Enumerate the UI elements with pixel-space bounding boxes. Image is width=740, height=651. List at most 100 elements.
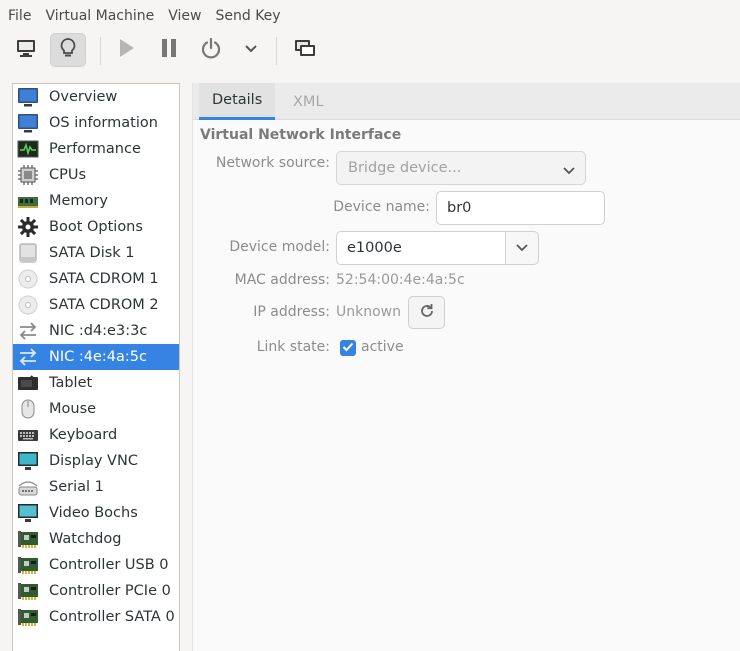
sidebar-item[interactable]: CPUs [13,162,179,188]
sidebar-item[interactable]: Boot Options [13,214,179,240]
menu-virtual-machine[interactable]: Virtual Machine [45,8,154,24]
device-name-value: br0 [447,200,472,216]
sidebar-item[interactable]: Watchdog [13,526,179,552]
device-model-value: e1000e [347,240,402,256]
sidebar-item-label: Video Bochs [49,505,138,521]
refresh-ip-button[interactable] [408,296,445,329]
screens-icon [293,37,317,63]
pci-card-icon [17,580,39,602]
cdrom-icon [17,294,39,316]
serial-icon [17,476,39,498]
chevron-down-icon [563,163,575,179]
screenshot-button[interactable] [287,33,323,67]
sidebar-item[interactable]: NIC :d4:e3:3c [13,318,179,344]
sidebar-item[interactable]: Overview [13,84,179,110]
pci-card-icon [17,554,39,576]
sidebar-item-label: Controller PCIe 0 [49,583,171,599]
sidebar-item[interactable]: SATA CDROM 2 [13,292,179,318]
menu-file[interactable]: File [8,8,31,24]
network-source-label: Network source: [215,155,330,171]
sidebar-item-label: Controller USB 0 [49,557,169,573]
sidebar-item[interactable]: Memory [13,188,179,214]
hardware-list: Overview OS information Performance CPUs Mem… [12,83,180,651]
sidebar-item[interactable]: Controller SATA 0 [13,604,179,630]
toolbar-separator [100,37,101,65]
menubar: File Virtual Machine View Send Key [0,0,740,31]
device-model-entry[interactable]: e1000e [336,231,506,265]
tablet-icon [17,372,39,394]
sidebar-item[interactable]: Display VNC [13,448,179,474]
cpu-chip-icon [17,164,39,186]
monitor-icon [15,38,37,62]
menu-view[interactable]: View [168,8,201,24]
sidebar-item[interactable]: Keyboard [13,422,179,448]
sidebar-item-label: Serial 1 [49,479,104,495]
sidebar-item-label: Keyboard [49,427,118,443]
details-pane: Details XML Virtual Network Interface Ne… [192,83,740,651]
monitor-blue-icon [17,112,39,134]
sidebar-item-label: SATA CDROM 2 [49,297,159,313]
sidebar-item[interactable]: Mouse [13,396,179,422]
lightbulb-icon [58,37,78,63]
link-state-label: Link state: [256,339,330,355]
sidebar-item[interactable]: NIC :4e:4a:5c [13,344,179,370]
network-source-select[interactable]: Bridge device... [336,151,586,185]
sidebar-item[interactable]: SATA CDROM 1 [13,266,179,292]
device-model-label: Device model: [229,239,330,255]
cdrom-icon [17,268,39,290]
details-button[interactable] [50,33,86,67]
video-display-icon [17,502,39,524]
sidebar-item-label: CPUs [49,167,87,183]
device-name-label: Device name: [333,199,430,215]
sidebar-item[interactable]: Controller USB 0 [13,552,179,578]
monitor-blue-icon [17,86,39,108]
mac-address-label: MAC address: [234,272,330,288]
power-icon [200,37,222,63]
sidebar-item-label: Tablet [49,375,93,391]
disk-drive-icon [17,242,39,264]
network-arrows-icon [17,346,39,368]
chevron-down-icon [516,240,528,256]
sidebar-item-label: Boot Options [49,219,143,235]
sidebar-item[interactable]: OS information [13,110,179,136]
sidebar-item[interactable]: SATA Disk 1 [13,240,179,266]
network-source-value: Bridge device... [348,160,462,176]
sidebar-item-label: Display VNC [49,453,138,469]
pci-card-icon [17,606,39,628]
console-button[interactable] [8,33,44,67]
pci-card-icon [17,528,39,550]
sidebar-item[interactable]: Performance [13,136,179,162]
ip-address-label: IP address: [253,304,330,320]
toolbar [0,31,740,71]
tab-details[interactable]: Details [199,83,276,120]
sidebar-item[interactable]: Video Bochs [13,500,179,526]
link-state-checkbox[interactable] [340,340,356,356]
sidebar-item-label: Performance [49,141,141,157]
memory-module-icon [17,190,39,212]
network-arrows-icon [17,320,39,342]
refresh-icon [418,302,436,324]
section-title: Virtual Network Interface [200,127,402,143]
device-model-dropdown-button[interactable] [505,231,539,265]
power-button[interactable] [193,33,229,67]
toolbar-separator [276,37,277,65]
menu-send-key[interactable]: Send Key [215,8,280,24]
sidebar-item-label: NIC :4e:4a:5c [49,349,147,365]
sidebar-item[interactable]: Serial 1 [13,474,179,500]
tab-xml[interactable]: XML [293,83,324,120]
pause-button[interactable] [151,33,187,67]
performance-graph-icon [17,138,39,160]
power-menu-button[interactable] [233,33,269,67]
sidebar-item-label: SATA Disk 1 [49,245,135,261]
mouse-icon [17,398,39,420]
sidebar-item[interactable]: Controller PCIe 0 [13,578,179,604]
ip-address-value: Unknown [336,304,401,320]
sidebar-item[interactable]: Tablet [13,370,179,396]
device-name-field[interactable]: br0 [436,191,605,225]
pause-icon [159,37,179,63]
run-button[interactable] [108,33,144,67]
sidebar-item-label: SATA CDROM 1 [49,271,159,287]
checkmark-icon [342,340,354,356]
sidebar-item-label: Memory [49,193,108,209]
sidebar-item-label: Overview [49,89,118,105]
